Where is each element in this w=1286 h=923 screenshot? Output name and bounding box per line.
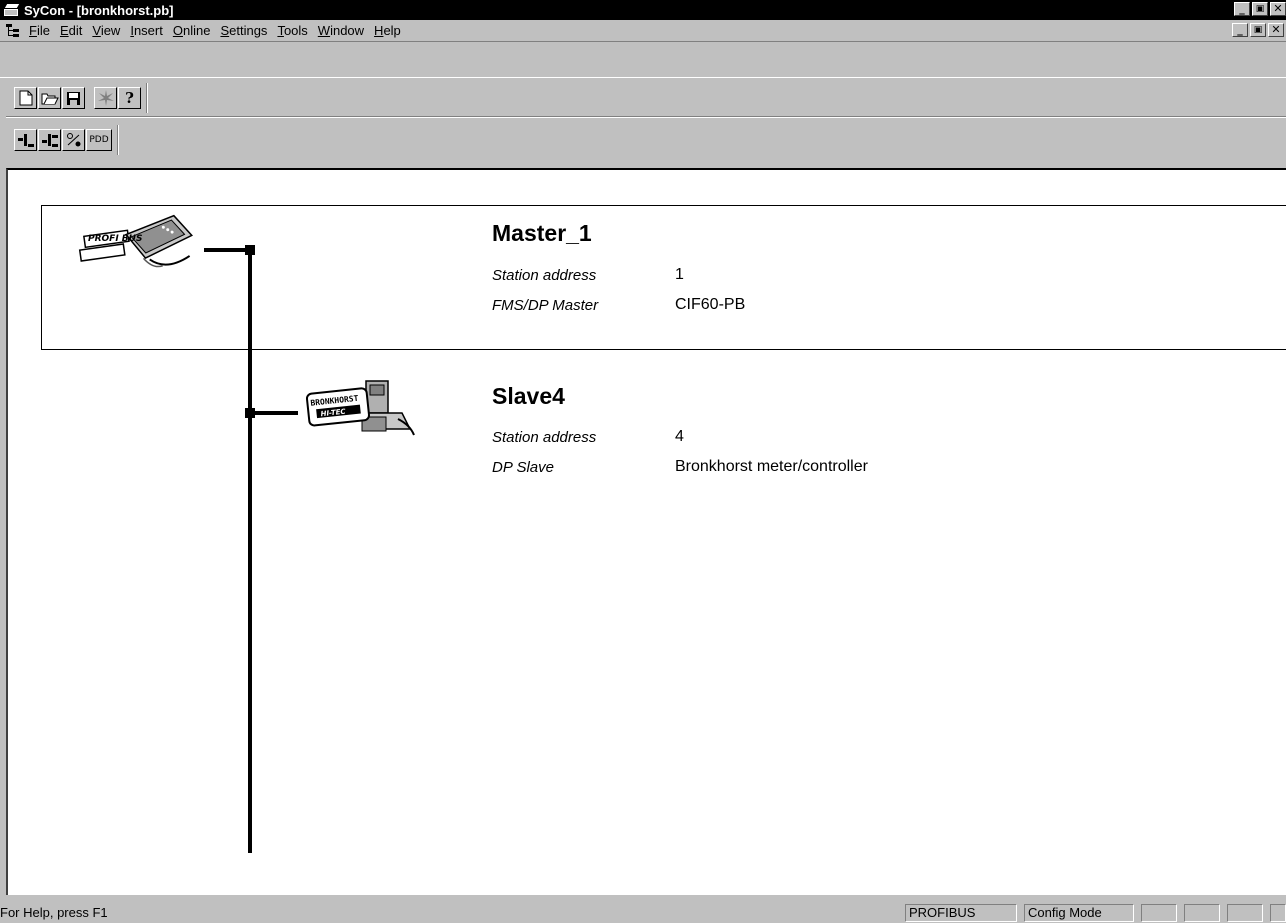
slave-bus-connector (248, 411, 298, 415)
status-bar: For Help, press F1 PROFIBUS Config Mode (0, 897, 1286, 923)
star-burst-icon (97, 90, 114, 106)
master-station-box[interactable] (41, 205, 1286, 350)
menu-insert[interactable]: Insert (125, 23, 168, 38)
profibus-line (248, 245, 252, 853)
bus-parameter-icon (66, 133, 80, 147)
menu-tools[interactable]: Tools (272, 23, 312, 38)
status-help-text: For Help, press F1 (0, 905, 108, 920)
slave-name: Slave4 (492, 383, 565, 409)
slave-bus-node (245, 408, 255, 418)
master-type-value: CIF60-PB (675, 296, 746, 313)
menu-settings[interactable]: Settings (215, 23, 272, 38)
restore-button[interactable]: ▣ (1252, 2, 1268, 16)
pdd-button[interactable]: PDD (86, 129, 112, 151)
save-button[interactable] (62, 87, 85, 109)
insert-slave-button[interactable] (38, 129, 61, 151)
new-file-icon (19, 90, 32, 106)
bronkhorst-slave-icon[interactable]: BRONKHORST HI-TEC (302, 377, 422, 447)
document-tree-icon[interactable] (6, 23, 20, 38)
status-panel-empty-3 (1227, 904, 1263, 922)
profibus-logo-text: PROFI BUS (88, 234, 142, 244)
insert-master-icon (17, 134, 34, 147)
help-context-button[interactable] (94, 87, 117, 109)
open-folder-icon (41, 93, 59, 105)
doc-restore-button[interactable]: ▣ (1250, 23, 1266, 37)
sycon-app-icon[interactable] (4, 3, 20, 17)
menu-edit[interactable]: Edit (55, 23, 87, 38)
insert-master-button[interactable] (14, 129, 37, 151)
menu-window[interactable]: Window (313, 23, 369, 38)
doc-minimize-button[interactable]: _ (1232, 23, 1248, 37)
minimize-button[interactable]: _ (1234, 2, 1250, 16)
toolbar-divider (0, 77, 1286, 78)
title-bar: SyCon - [bronkhorst.pb] _ ▣ ✕ (0, 0, 1286, 20)
master-type-label: FMS/DP Master (492, 297, 599, 314)
insert-slave-icon (41, 134, 58, 147)
status-panel-empty-2 (1184, 904, 1220, 922)
master-address-value: 1 (675, 266, 684, 283)
pdd-label: PDD (89, 135, 109, 145)
menu-bar: File Edit View Insert Online Settings To… (0, 20, 1286, 42)
status-protocol-panel: PROFIBUS (905, 904, 1017, 922)
menu-online[interactable]: Online (168, 23, 216, 38)
master-name: Master_1 (492, 220, 592, 246)
menu-file[interactable]: File (24, 23, 55, 38)
status-panel-empty-1 (1141, 904, 1177, 922)
slave-type-value: Bronkhorst meter/controller (675, 458, 868, 475)
close-button[interactable]: ✕ (1270, 2, 1286, 16)
slave-type-label: DP Slave (492, 459, 554, 476)
new-file-button[interactable] (14, 87, 37, 109)
window-title: SyCon - [bronkhorst.pb] (24, 2, 174, 18)
network-toolbar: PDD (14, 125, 119, 155)
open-file-button[interactable] (38, 87, 61, 109)
doc-close-button[interactable]: ✕ (1268, 23, 1284, 37)
status-mode-panel: Config Mode (1024, 904, 1134, 922)
slave-address-label: Station address (492, 429, 597, 446)
floppy-disk-icon (67, 91, 80, 105)
profibus-master-icon[interactable]: PROFI BUS (78, 213, 198, 283)
toolbar-area (0, 43, 1286, 123)
menu-help[interactable]: Help (369, 23, 406, 38)
slave-address-value: 4 (675, 428, 684, 445)
help-button[interactable]: ? (118, 87, 141, 109)
network-view-canvas[interactable]: PROFI BUS BRONKHORST HI-TEC Master_1 Sta… (6, 168, 1286, 895)
bus-parameter-button[interactable] (62, 129, 85, 151)
toolbar-separator-highlight (6, 117, 1286, 118)
master-address-label: Station address (492, 267, 597, 284)
master-bus-node (245, 245, 255, 255)
question-mark-icon: ? (125, 89, 134, 107)
menu-view[interactable]: View (87, 23, 125, 38)
status-panel-empty-4 (1270, 904, 1286, 922)
standard-toolbar: ? (14, 83, 148, 113)
